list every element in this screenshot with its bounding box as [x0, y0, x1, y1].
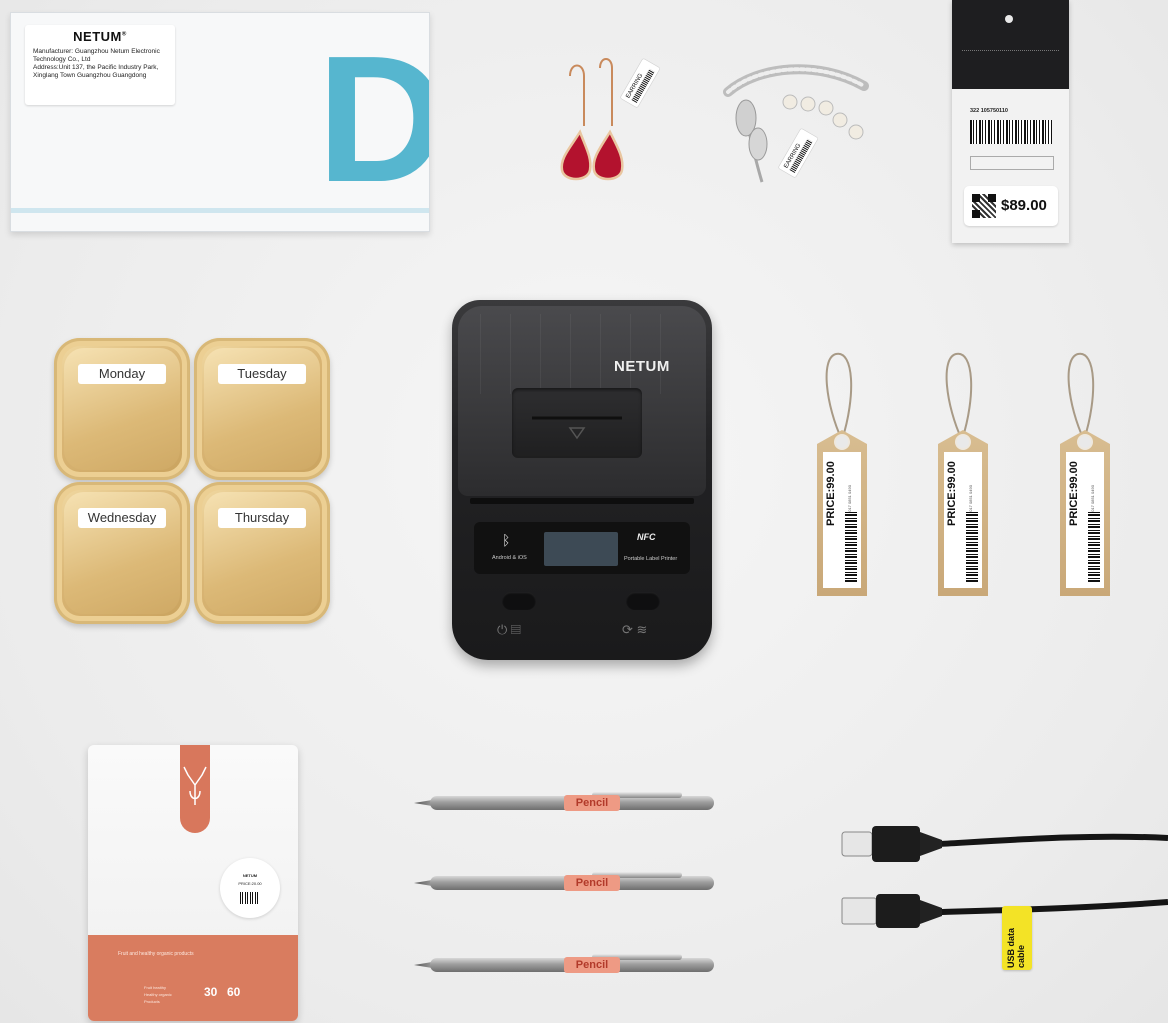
container-monday: Monday [54, 338, 190, 480]
hang-tag-barcode [1088, 512, 1100, 582]
pencil-label: Pencil [564, 795, 620, 811]
qr-code-icon [972, 194, 996, 218]
hang-tag-number: 2017 0851 0490 [968, 485, 973, 514]
earring-left-stone [560, 129, 592, 181]
brooch: EARRING [723, 64, 869, 183]
food-bag: NETUM PRICE:20.00 Fruit and healthy orga… [88, 745, 298, 1021]
container-thursday: Thursday [194, 482, 330, 624]
bag-bullet: Healthy organic [144, 992, 172, 997]
sticker-brand: NETUM [242, 873, 258, 878]
bag-bullet: Products [144, 999, 160, 1004]
hang-tag-2: PRICE:99.00 2017 0851 0490 [938, 430, 988, 596]
price-tag-hole [1005, 15, 1013, 23]
hang-tag-3: PRICE:99.00 2017 0851 0490 [1060, 430, 1110, 596]
power-button[interactable] [502, 592, 536, 610]
nfc-icon: NFC [637, 532, 656, 542]
hang-tag-1: PRICE:99.00 2017 0851 0490 [817, 430, 867, 596]
price-tag-barcode [970, 120, 1052, 144]
container-wednesday: Wednesday [54, 482, 190, 624]
price-tag-price: $89.00 [1001, 197, 1047, 214]
pencil-label: Pencil [564, 875, 620, 891]
usb-cable-drawing [841, 826, 1168, 928]
paper-slot [470, 498, 694, 504]
latch-arrow-icon [532, 416, 622, 440]
tag-strings [825, 352, 1095, 441]
power-symbol-icon: ⏻ ▤ [497, 622, 521, 637]
hang-tag-number: 2017 0851 0490 [1090, 485, 1095, 514]
box-line-1: Manufacturer: Guangzhou Netum Electronic [33, 48, 160, 55]
container-tuesday: Tuesday [194, 338, 330, 480]
price-tag-dotline [962, 50, 1059, 52]
box-line-4: Xinglang Town Guangzhou Guangdong [33, 72, 147, 79]
bag-number-30: 30 [204, 985, 218, 999]
bag-bottom-band [88, 935, 298, 1021]
bag-sticker: NETUM PRICE:20.00 [220, 858, 280, 918]
usb-b-plug [872, 826, 920, 862]
price-tag-pricebox: $89.00 [964, 186, 1058, 226]
hang-tag-barcode [966, 512, 978, 582]
usb-a-connector-icon [841, 897, 877, 925]
usb-cable-label-text: USB data cable [1006, 927, 1026, 968]
box-label: NETUM® Manufacturer: Guangzhou Netum Ele… [25, 25, 175, 105]
printer-latch [512, 388, 642, 458]
portable-label-text: Portable Label Printer [624, 556, 678, 562]
hang-tag-price: PRICE:99.00 [1068, 461, 1080, 526]
bag-bullet: Fruit healthy [144, 985, 167, 990]
container-label: Monday [78, 364, 166, 384]
box-brand: NETUM® [73, 29, 127, 44]
printer-brand: NETUM [614, 358, 670, 375]
usb-cable-label: USB data cable [1002, 906, 1032, 970]
hang-tag-number: 2017 0851 0490 [847, 485, 852, 514]
sticker-barcode [240, 892, 260, 904]
box-stripe [11, 208, 429, 213]
brooch-tag: EARRING [778, 128, 818, 178]
pencil-2: Pencil [414, 872, 718, 894]
earrings: EARRING [560, 58, 660, 181]
usb-cable: USB data cable [830, 810, 1168, 990]
bag-tagline: Fruit and healthy organic products [118, 951, 194, 957]
bluetooth-icon: ᛒ [502, 532, 511, 548]
box-line-2: Technology Co., Ltd [33, 56, 91, 63]
earring-tag: EARRING [620, 58, 660, 108]
android-ios-text: Android & iOS [492, 555, 527, 561]
pencil-1: Pencil [414, 792, 718, 814]
price-tag-code: 322 105750110 [970, 108, 1008, 114]
bag-ribbon [180, 745, 210, 833]
feed-symbol-icon: ⟳ ≋ [622, 622, 648, 637]
container-label: Wednesday [78, 508, 166, 528]
hang-tag-price: PRICE:99.00 [946, 461, 958, 526]
earring-right-stone [592, 129, 624, 181]
product-box: NETUM® Manufacturer: Guangzhou Netum Ele… [10, 12, 430, 232]
bag-number-60: 60 [227, 985, 241, 999]
price-tag-subbox [970, 156, 1054, 170]
deer-icon [183, 766, 207, 805]
container-label: Thursday [218, 508, 306, 528]
box-letter: D [317, 30, 429, 210]
price-tag: 322 105750110 $89.00 [952, 0, 1069, 243]
box-line-3: Address:Unit 137, the Pacific Industry P… [33, 64, 159, 71]
hang-tag-barcode [845, 512, 857, 582]
price-tag-header [952, 0, 1069, 89]
container-label: Tuesday [218, 364, 306, 384]
sticker-price: PRICE:20.00 [238, 881, 262, 886]
label-printer: NETUM ᛒ Android & iOS NFC Portable Label… [452, 300, 712, 660]
printer-screen [544, 532, 618, 566]
pencil-label: Pencil [564, 957, 620, 973]
usb-b-connector-icon [841, 831, 873, 857]
pencil-3: Pencil [414, 954, 718, 976]
hang-tag-price: PRICE:99.00 [825, 461, 837, 526]
feed-button[interactable] [626, 592, 660, 610]
usb-a-plug [876, 894, 920, 928]
